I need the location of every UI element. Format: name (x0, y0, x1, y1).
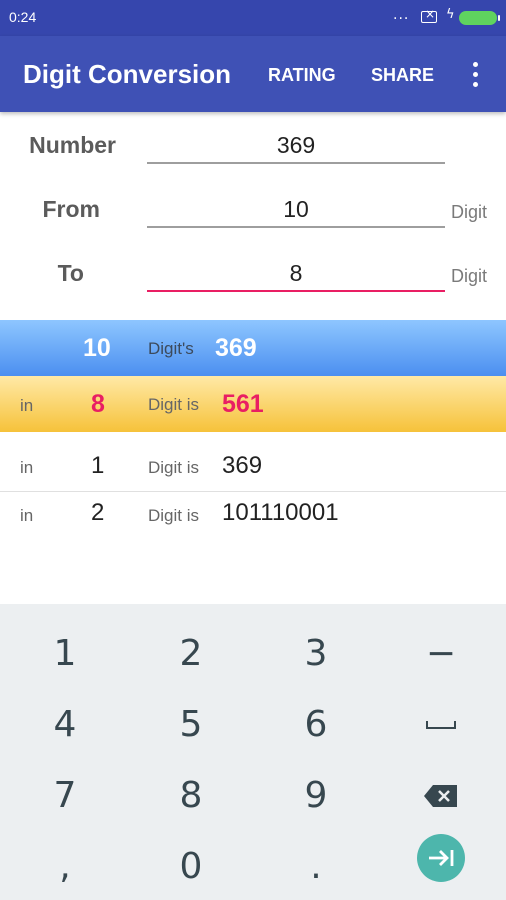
target-prefix: in (20, 396, 34, 415)
target-result-band: in 8 Digit is 561 (0, 376, 506, 432)
key-8[interactable]: 8 (128, 760, 254, 831)
numeric-keyboard: 1 2 3 − 4 5 6 7 8 9 , 0 . (0, 604, 506, 900)
app-bar: Digit Conversion RATING SHARE (0, 36, 506, 112)
key-minus[interactable]: − (378, 618, 504, 689)
enter-tab-icon[interactable] (378, 822, 504, 893)
key-2[interactable]: 2 (128, 618, 254, 689)
rating-button[interactable]: RATING (268, 65, 336, 86)
row-base: 1 (91, 452, 105, 479)
list-item: in 2 Digit is 101110001 (0, 491, 506, 537)
to-label: To (57, 260, 84, 286)
target-word: Digit is (148, 395, 200, 414)
status-time: 0:24 (9, 9, 37, 25)
status-dots: ... (393, 7, 410, 23)
key-period[interactable]: . (253, 831, 379, 900)
key-5[interactable]: 5 (128, 689, 254, 760)
row-base: 2 (91, 499, 105, 526)
more-vert-icon[interactable] (466, 61, 486, 89)
battery-icon (459, 11, 500, 25)
row-value: 369 (222, 452, 263, 479)
notification-icon (421, 7, 437, 23)
to-base-input[interactable]: 8 (147, 258, 445, 292)
source-result-band: 10 Digit's 369 (0, 320, 506, 376)
key-4[interactable]: 4 (2, 689, 128, 760)
key-0[interactable]: 0 (128, 831, 254, 900)
row-word: Digit is (148, 458, 200, 477)
key-3[interactable]: 3 (253, 618, 379, 689)
to-unit-label: Digit (451, 266, 488, 286)
key-9[interactable]: 9 (253, 760, 379, 831)
space-icon[interactable] (378, 689, 504, 760)
source-word: Digit's (148, 339, 194, 358)
charging-icon: ϟ (446, 7, 455, 22)
row-word: Digit is (148, 506, 200, 525)
from-label: From (42, 196, 101, 222)
source-base: 10 (83, 334, 111, 362)
key-comma[interactable]: , (2, 831, 128, 900)
key-6[interactable]: 6 (253, 689, 379, 760)
number-input[interactable]: 369 (147, 130, 445, 164)
target-value: 561 (222, 390, 264, 418)
number-label: Number (29, 132, 116, 158)
app-title: Digit Conversion (23, 59, 232, 89)
target-base: 8 (91, 390, 105, 418)
source-value: 369 (215, 334, 257, 362)
row-prefix: in (20, 458, 34, 477)
key-1[interactable]: 1 (2, 618, 128, 689)
status-bar: 0:24 ... ϟ (0, 0, 506, 36)
share-button[interactable]: SHARE (371, 65, 434, 86)
backspace-icon[interactable] (378, 760, 504, 831)
from-unit-label: Digit (451, 202, 488, 222)
key-7[interactable]: 7 (2, 760, 128, 831)
row-prefix: in (20, 506, 34, 525)
from-base-input[interactable]: 10 (147, 194, 445, 228)
row-value: 101110001 (222, 499, 339, 526)
list-item: in 1 Digit is 369 (0, 444, 506, 490)
